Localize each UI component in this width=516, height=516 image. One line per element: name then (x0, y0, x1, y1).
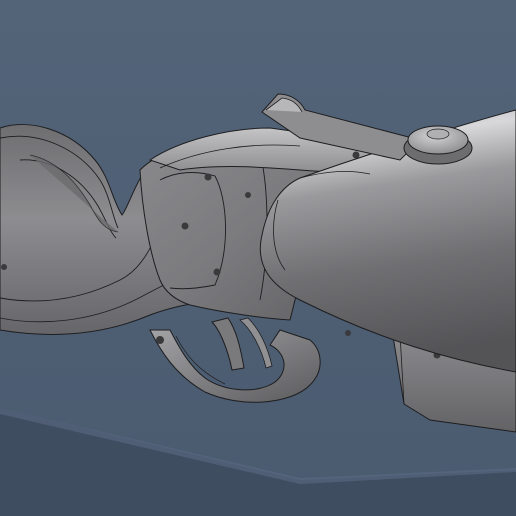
receiver-screw-3 (213, 268, 221, 276)
guard-screw (156, 336, 164, 344)
receiver-screw-2 (181, 222, 189, 230)
cad-viewport[interactable] (0, 0, 516, 516)
barrel-screw (345, 330, 351, 336)
rendered-model[interactable] (0, 0, 516, 516)
receiver-screw-1 (204, 173, 212, 181)
stock-screw (1, 264, 7, 270)
top-screw (352, 151, 360, 159)
receiver-screw-4 (245, 192, 251, 198)
sight-knob[interactable] (403, 125, 473, 165)
